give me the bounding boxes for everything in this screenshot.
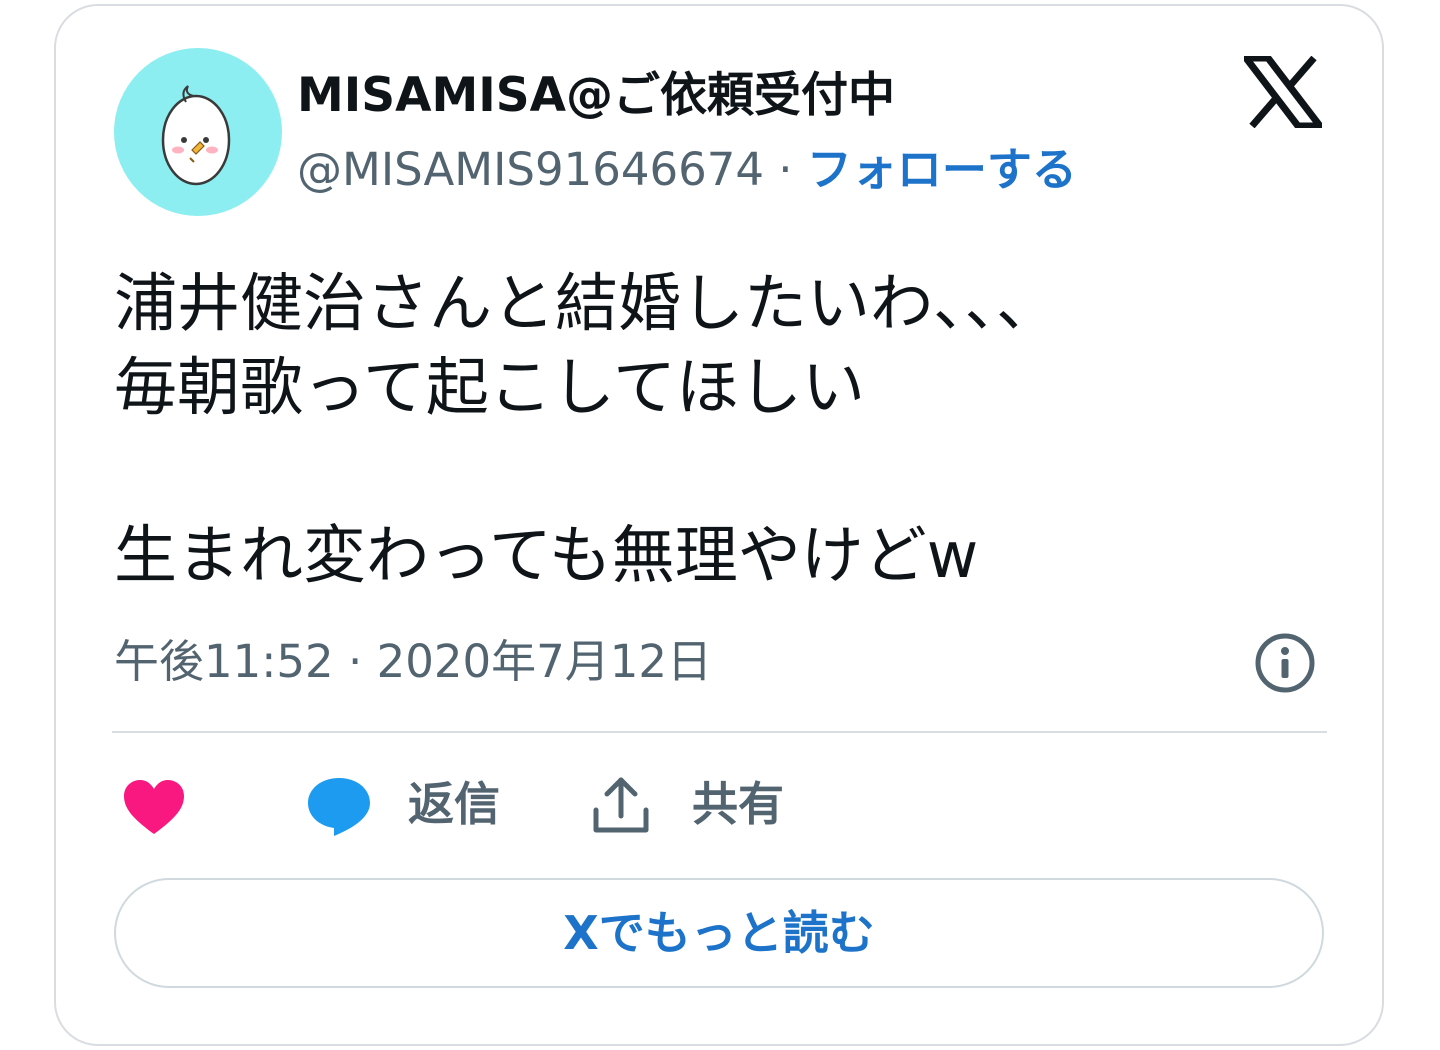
info-icon[interactable] (1254, 632, 1316, 694)
user-handle[interactable]: @MISAMIS91646674 (297, 143, 764, 196)
heart-icon[interactable] (122, 778, 186, 836)
divider (112, 731, 1327, 733)
tweet-line-2: 毎朝歌って起こしてほしい (114, 351, 865, 424)
tweet-timestamp[interactable]: 午後11:52 · 2020年7月12日 (114, 632, 712, 692)
avatar[interactable] (114, 48, 282, 216)
follow-button[interactable]: フォローする (807, 143, 1077, 196)
tweet-line-3: 生まれ変わっても無理やけどw (114, 519, 979, 592)
avatar-image (161, 85, 231, 186)
reply-button[interactable]: 返信 (408, 772, 500, 836)
handle-separator: · (764, 143, 807, 196)
speech-bubble-icon[interactable] (306, 776, 372, 838)
share-button[interactable]: 共有 (692, 772, 784, 836)
display-name[interactable]: MISAMISA@ご依頼受付中 (297, 64, 895, 128)
tweet-text: 浦井健治さんと結婚したいわ、、、 毎朝歌って起こしてほしい 生まれ変わっても無理… (114, 262, 1334, 598)
handle-row: @MISAMIS91646674 · フォローする (297, 138, 1077, 202)
share-upload-icon[interactable] (590, 776, 652, 836)
x-logo-icon[interactable] (1238, 54, 1328, 130)
tweet-line-1: 浦井健治さんと結婚したいわ、、、 (114, 267, 1059, 340)
read-more-button[interactable]: Xでもっと読む (114, 878, 1324, 988)
